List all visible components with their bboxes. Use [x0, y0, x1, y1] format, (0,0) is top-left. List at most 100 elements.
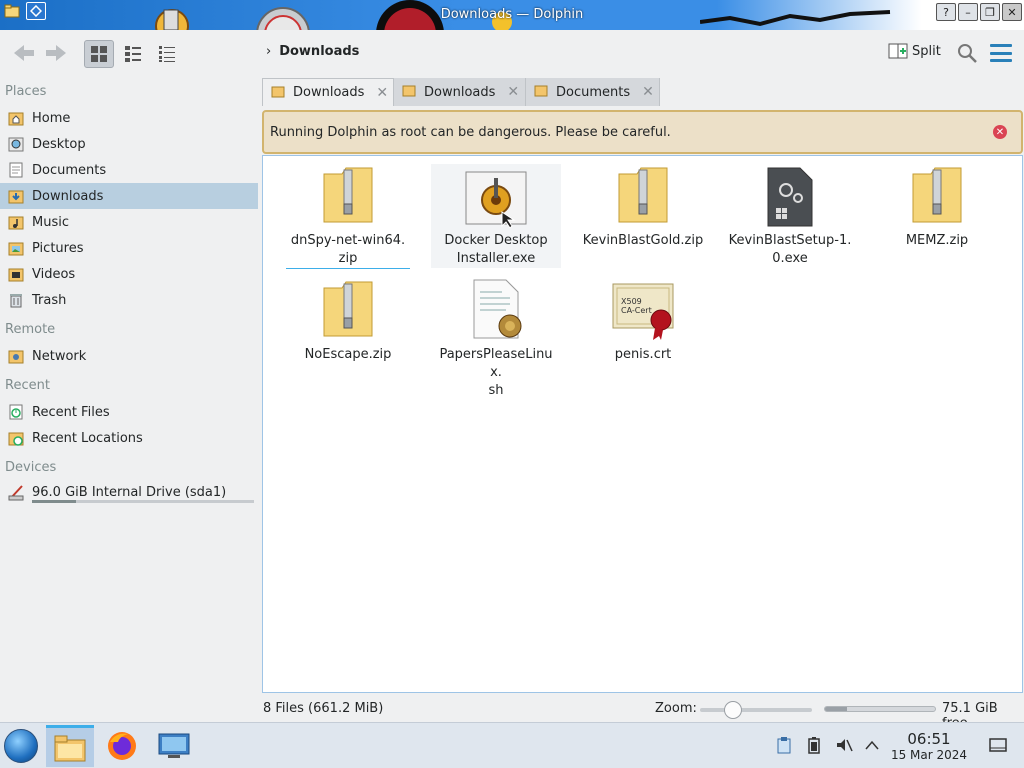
file-name: 0.exe: [772, 251, 808, 266]
expand-tray-icon[interactable]: [862, 735, 882, 755]
file-name: Docker Desktop: [444, 233, 548, 248]
sidebar-item-network[interactable]: Network: [0, 343, 258, 369]
file-item[interactable]: X509 CA-Cert penis.crt: [578, 278, 708, 364]
title-bar[interactable]: Downloads — Dolphin ? – ❐ ✕: [0, 0, 1024, 30]
taskbar: 06:51 15 Mar 2024: [0, 722, 1024, 768]
tab-documents[interactable]: Documents ✕: [526, 78, 660, 106]
sidebar-item-music[interactable]: Music: [0, 209, 258, 235]
file-manager-icon: [54, 735, 86, 761]
sidebar-item-home[interactable]: Home: [0, 105, 258, 131]
volume-muted-icon[interactable]: [834, 735, 854, 755]
close-warning-icon[interactable]: ✕: [993, 125, 1007, 139]
breadcrumb[interactable]: › Downloads: [266, 44, 359, 59]
sidebar-item-label: Home: [32, 110, 71, 126]
remote-heading: Remote: [5, 322, 56, 337]
close-tab-icon[interactable]: ✕: [642, 84, 654, 100]
folder-icon: [402, 83, 416, 101]
recent-heading: Recent: [5, 378, 50, 393]
taskbar-dolphin[interactable]: [46, 725, 94, 767]
recent-locations-icon: [6, 428, 26, 448]
sidebar-item-label: Recent Locations: [32, 430, 143, 446]
menu-line: [990, 51, 1012, 55]
icons-view-icon: [91, 46, 107, 62]
file-item[interactable]: KevinBlastGold.zip: [578, 164, 708, 250]
sidebar-item-downloads[interactable]: Downloads: [0, 183, 258, 209]
file-name: zip: [338, 251, 358, 266]
sidebar-item-desktop[interactable]: Desktop: [0, 131, 258, 157]
devices-heading: Devices: [5, 460, 57, 475]
compact-view-button[interactable]: [118, 40, 148, 68]
file-name: dnSpy-net-win64.: [290, 233, 406, 248]
file-item[interactable]: NoEscape.zip: [283, 278, 413, 364]
warning-text: Running Dolphin as root can be dangerous…: [270, 124, 671, 140]
sidebar-item-label: Pictures: [32, 240, 84, 256]
details-view-button[interactable]: [152, 40, 182, 68]
taskbar-firefox[interactable]: [98, 725, 146, 767]
battery-icon[interactable]: [804, 735, 824, 755]
network-icon: [6, 346, 26, 366]
split-view-icon: [888, 43, 908, 59]
taskbar-system-settings[interactable]: [150, 725, 198, 767]
sidebar-item-label: Downloads: [32, 188, 104, 204]
pictures-folder-icon: [6, 238, 26, 258]
forward-button[interactable]: [42, 40, 72, 66]
file-item[interactable]: Docker Desktop Installer.exe: [431, 164, 561, 268]
sidebar-item-label: Recent Files: [32, 404, 110, 420]
show-desktop-icon[interactable]: [988, 735, 1008, 755]
tab-downloads-1[interactable]: Downloads ✕: [262, 78, 394, 106]
icons-view-button[interactable]: [84, 40, 114, 68]
sidebar-item-label: Music: [32, 214, 69, 230]
file-item[interactable]: PapersPleaseLinux. sh: [431, 278, 561, 400]
file-name: penis.crt: [614, 347, 672, 362]
zoom-slider[interactable]: [700, 701, 812, 719]
sidebar-item-label: Desktop: [32, 136, 86, 152]
sidebar-item-pictures[interactable]: Pictures: [0, 235, 258, 261]
places-panel: Places Home Desktop Documents Downloads …: [0, 76, 262, 716]
maximize-button[interactable]: ❐: [980, 3, 1000, 21]
zip-folder-icon: [316, 278, 380, 342]
file-view[interactable]: dnSpy-net-win64. zip Docker Desktop Instal…: [262, 155, 1023, 693]
status-bar: 8 Files (661.2 MiB) Zoom: 75.1 GiB free: [262, 698, 1024, 731]
back-button[interactable]: [8, 40, 38, 66]
help-button[interactable]: ?: [936, 3, 956, 21]
sidebar-item-recent-files[interactable]: Recent Files: [0, 399, 258, 425]
split-button[interactable]: Split: [888, 42, 941, 60]
tab-downloads-2[interactable]: Downloads ✕: [394, 78, 526, 106]
places-heading: Places: [5, 84, 47, 99]
tab-label: Downloads: [424, 84, 496, 100]
close-tab-icon[interactable]: ✕: [376, 85, 388, 101]
zoom-slider-handle[interactable]: [723, 701, 742, 719]
system-settings-icon: [158, 733, 190, 758]
sidebar-item-trash[interactable]: Trash: [0, 287, 258, 313]
videos-folder-icon: [6, 264, 26, 284]
firefox-icon: [108, 732, 136, 760]
file-name: MEMZ.zip: [905, 233, 969, 248]
minimize-button[interactable]: –: [958, 3, 978, 21]
sidebar-item-label: Videos: [32, 266, 76, 282]
sidebar-item-label: Trash: [32, 292, 67, 308]
downloads-folder-icon: [6, 186, 26, 206]
file-name: Installer.exe: [456, 251, 536, 266]
sidebar-item-documents[interactable]: Documents: [0, 157, 258, 183]
zip-folder-icon: [316, 164, 380, 228]
folder-icon: [271, 84, 285, 102]
sidebar-item-recent-locations[interactable]: Recent Locations: [0, 425, 258, 451]
close-tab-icon[interactable]: ✕: [507, 84, 519, 100]
close-button[interactable]: ✕: [1002, 3, 1022, 21]
root-warning-banner: Running Dolphin as root can be dangerous…: [262, 110, 1023, 154]
documents-icon: [6, 160, 26, 180]
start-menu-button[interactable]: [4, 729, 38, 763]
clock[interactable]: 06:51 15 Mar 2024: [886, 730, 972, 763]
search-button[interactable]: [956, 42, 978, 64]
file-item[interactable]: dnSpy-net-win64. zip: [283, 164, 413, 269]
sidebar-item-label: 96.0 GiB Internal Drive (sda1): [32, 484, 227, 500]
clock-time: 06:51: [907, 730, 951, 748]
breadcrumb-current[interactable]: Downloads: [279, 44, 359, 59]
file-item[interactable]: MEMZ.zip: [872, 164, 1002, 250]
certificate-icon: X509 CA-Cert: [611, 278, 675, 342]
sidebar-item-videos[interactable]: Videos: [0, 261, 258, 287]
file-item[interactable]: KevinBlastSetup-1. 0.exe: [725, 164, 855, 268]
hamburger-menu-button[interactable]: [990, 44, 1012, 62]
clipboard-icon[interactable]: [774, 735, 794, 755]
free-space-fill: [825, 707, 847, 711]
